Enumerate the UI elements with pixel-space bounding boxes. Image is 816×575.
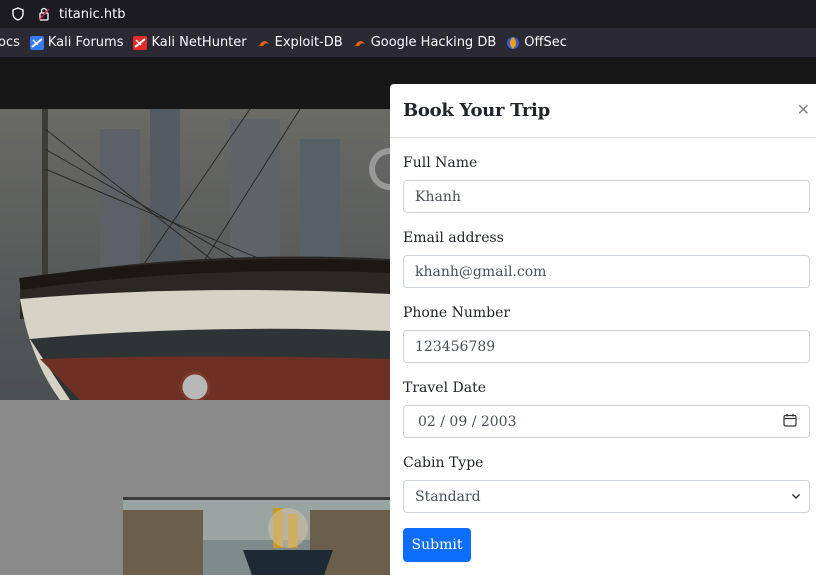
url-text[interactable]: titanic.htb (59, 7, 126, 22)
close-icon[interactable]: ✕ (797, 100, 810, 119)
ship-card-image (123, 497, 390, 575)
calendar-icon[interactable] (783, 413, 797, 431)
shield-icon[interactable] (10, 6, 26, 22)
cabin-type-value: Standard (415, 488, 481, 505)
nethunter-icon (133, 35, 148, 50)
bookmark-label: Google Hacking DB (370, 35, 497, 50)
full-name-label: Full Name (403, 155, 478, 171)
book-trip-modal: Book Your Trip ✕ Full Name Khanh Email a… (390, 84, 816, 575)
phone-input[interactable]: 123456789 (403, 330, 810, 363)
hero-ship-image (0, 109, 390, 400)
chevron-down-icon (791, 489, 801, 505)
bookmarks-toolbar: ocs Kali Forums Kali NetHunter Exploit-D… (0, 28, 816, 57)
bookmark-kali-forums[interactable]: Kali Forums (29, 35, 124, 50)
bookmark-label: ocs (0, 35, 20, 50)
modal-header: Book Your Trip ✕ (390, 84, 816, 138)
modal-title: Book Your Trip (403, 100, 550, 121)
bookmark-label: OffSec (524, 35, 567, 50)
bookmark-docs[interactable]: ocs (0, 35, 20, 50)
exploitdb-icon (257, 36, 271, 50)
kali-icon (29, 35, 44, 50)
offsec-icon (506, 36, 520, 50)
submit-button[interactable]: Submit (403, 528, 471, 562)
browser-url-bar[interactable]: titanic.htb (0, 0, 816, 28)
bookmark-label: Kali NetHunter (151, 35, 247, 50)
bookmark-label: Exploit-DB (274, 35, 343, 50)
phone-label: Phone Number (403, 305, 511, 321)
travel-date-input[interactable]: 02 / 09 / 2003 (403, 405, 810, 438)
bookmark-label: Kali Forums (47, 35, 124, 50)
bookmark-google-hacking-db[interactable]: Google Hacking DB (353, 35, 497, 50)
cabin-type-label: Cabin Type (403, 455, 484, 471)
cabin-type-select[interactable]: Standard (403, 480, 810, 513)
full-name-input[interactable]: Khanh (403, 180, 810, 213)
bookmark-offsec[interactable]: OffSec (506, 35, 567, 50)
lock-icon[interactable] (36, 6, 52, 22)
travel-date-value: 02 / 09 / 2003 (418, 413, 517, 430)
exploitdb-icon (353, 36, 367, 50)
bookmark-exploit-db[interactable]: Exploit-DB (257, 35, 343, 50)
email-label: Email address (403, 230, 504, 246)
travel-date-label: Travel Date (403, 380, 486, 396)
bookmark-kali-nethunter[interactable]: Kali NetHunter (133, 35, 247, 50)
email-input[interactable]: khanh@gmail.com (403, 255, 810, 288)
